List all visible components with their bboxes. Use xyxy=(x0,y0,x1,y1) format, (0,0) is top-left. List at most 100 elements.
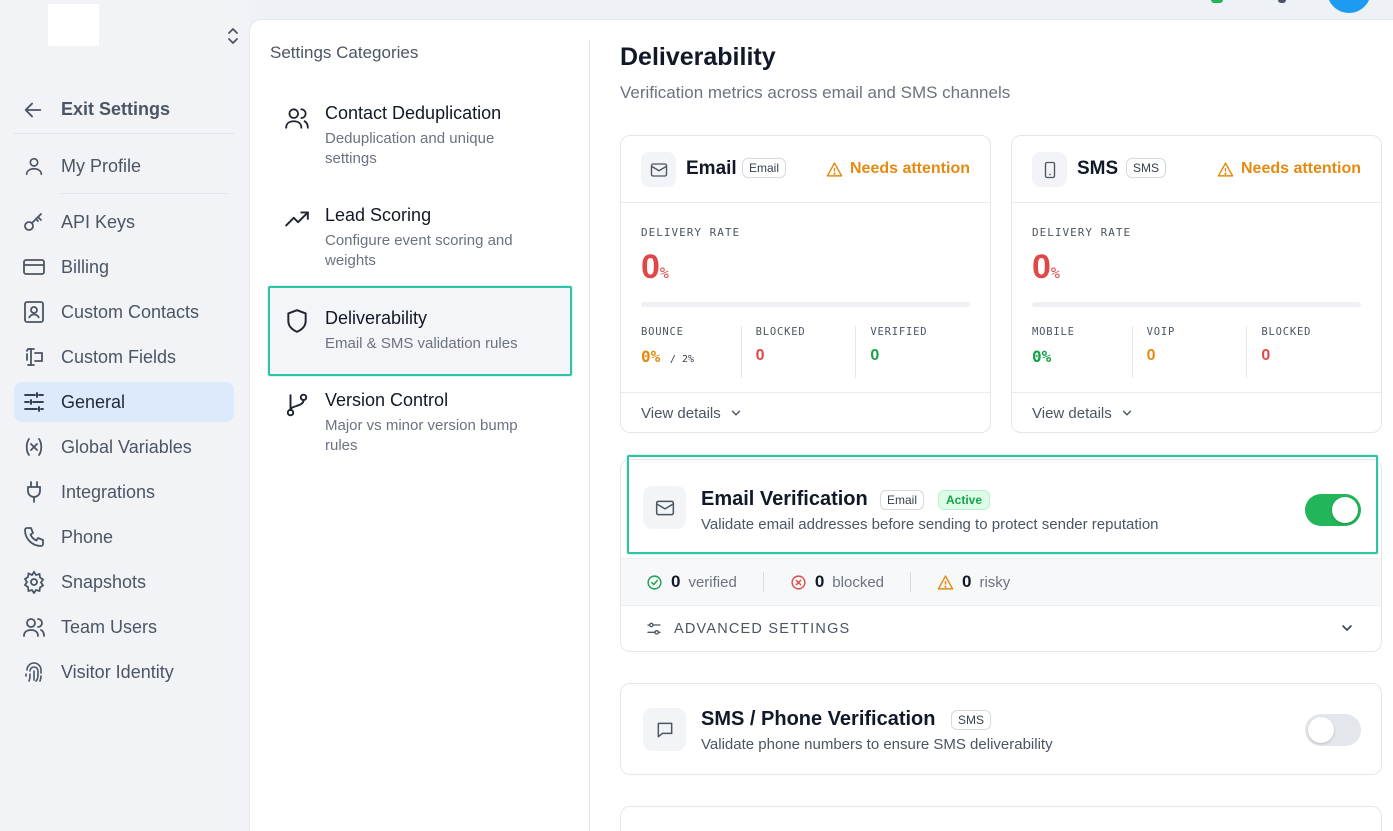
category-desc: Configure event scoring and weights xyxy=(325,232,513,269)
sidebar-item-visitor-identity[interactable]: Visitor Identity xyxy=(14,652,234,692)
stat-blocked: 0 blocked xyxy=(790,572,884,592)
delivery-rate-label: DELIVERY RATE xyxy=(1032,226,1132,239)
phone-icon xyxy=(22,525,46,549)
sidebar-item-api-keys[interactable]: API Keys xyxy=(14,202,234,242)
stat-value: 0 xyxy=(671,572,681,591)
rate-number: 0 xyxy=(1032,248,1051,286)
card-header: Email Email Needs attention xyxy=(621,136,990,203)
stat-value: 0 xyxy=(814,572,825,591)
email-verification-header: Email Verification Email Active Validate… xyxy=(621,460,1381,558)
sidebar-item-label: Snapshots xyxy=(61,571,147,592)
check-circle-icon xyxy=(647,574,662,590)
sidebar-item-integrations[interactable]: Integrations xyxy=(14,472,234,512)
stat-value: 0 xyxy=(1261,347,1271,364)
contact-card-icon xyxy=(22,300,46,324)
category-lead-scoring[interactable]: Lead Scoring Configure event scoring and… xyxy=(270,205,570,275)
sidebar-item-label: Phone xyxy=(61,526,114,547)
stat-value: 0 xyxy=(1146,347,1156,364)
mail-icon xyxy=(643,486,686,529)
channel-tag: SMS xyxy=(1126,158,1167,178)
sidebar-item-phone[interactable]: Phone xyxy=(14,517,234,557)
stat-verified: VERIFIED 0 xyxy=(855,326,970,378)
category-desc: Email & SMS validation rules xyxy=(325,335,518,352)
stat-number: 0% xyxy=(641,347,661,366)
sidebar-item-my-profile[interactable]: My Profile xyxy=(14,146,234,186)
page-title: Deliverability xyxy=(620,43,776,71)
verification-stats: 0 verified 0 blocked 0 risky xyxy=(621,558,1381,606)
card-header: SMS SMS Needs attention xyxy=(1012,136,1381,203)
message-square-icon xyxy=(643,708,686,751)
stat-value: 0 xyxy=(755,347,765,364)
sidebar-item-custom-contacts[interactable]: Custom Contacts xyxy=(14,292,234,332)
chevron-up-down-icon[interactable] xyxy=(226,26,240,46)
sms-verification-header: SMS / Phone Verification SMS Validate ph… xyxy=(621,684,1381,776)
sidebar-item-snapshots[interactable]: Snapshots xyxy=(14,562,234,602)
sidebar-item-team-users[interactable]: Team Users xyxy=(14,607,234,647)
variable-icon xyxy=(22,435,46,459)
chevron-down-icon xyxy=(1122,410,1131,416)
sidebar-item-global-variables[interactable]: Global Variables xyxy=(14,427,234,467)
sidebar-item-label: Custom Contacts xyxy=(61,301,200,322)
sidebar-item-billing[interactable]: Billing xyxy=(14,247,234,287)
verification-title: SMS / Phone Verification xyxy=(701,708,936,730)
sidebar-item-general[interactable]: General xyxy=(14,382,234,422)
category-desc: Deduplication and unique settings xyxy=(325,130,495,167)
status-text: Needs attention xyxy=(1240,160,1361,177)
fingerprint-icon xyxy=(22,660,46,684)
warning-icon xyxy=(1217,161,1234,177)
stat-risky: 0 risky xyxy=(937,572,1010,592)
next-verification-card xyxy=(620,806,1382,831)
stat-divider xyxy=(910,572,911,592)
sms-verification-card: SMS / Phone Verification SMS Validate ph… xyxy=(620,683,1382,775)
sidebar-item-label: My Profile xyxy=(61,155,142,176)
stat-threshold: / 2% xyxy=(669,354,694,365)
git-branch-icon xyxy=(284,392,310,418)
settings-sidebar: Exit Settings My Profile API Keys Billin… xyxy=(0,0,249,831)
stat-label: MOBILE xyxy=(1032,326,1075,338)
email-metrics-card: Email Email Needs attention DELIVERY RAT… xyxy=(620,135,991,433)
column-divider xyxy=(589,40,590,831)
stat-label: VOIP xyxy=(1146,326,1176,338)
advanced-settings-label: ADVANCED SETTINGS xyxy=(674,620,851,637)
sidebar-divider xyxy=(60,193,228,194)
users-icon xyxy=(22,615,46,639)
page-subtitle: Verification metrics across email and SM… xyxy=(620,83,1011,102)
stat-label: BLOCKED xyxy=(755,326,806,338)
users-icon xyxy=(284,105,310,131)
view-details-button[interactable]: View details xyxy=(621,392,990,433)
plug-icon xyxy=(22,480,46,504)
advanced-settings-toggle[interactable]: ADVANCED SETTINGS xyxy=(621,606,1381,651)
category-title: Contact Deduplication xyxy=(325,103,502,123)
rate-number: 0 xyxy=(641,248,660,286)
stat-value: 0% / 2% xyxy=(641,347,741,366)
toggle-knob xyxy=(1308,717,1334,743)
stat-label: VERIFIED xyxy=(870,326,928,338)
chevron-down-icon xyxy=(1342,625,1352,632)
stat-label: verified xyxy=(688,573,737,591)
view-details-button[interactable]: View details xyxy=(1012,392,1381,433)
status-dot xyxy=(1211,0,1223,3)
sms-verification-toggle[interactable] xyxy=(1305,714,1361,746)
x-circle-icon xyxy=(791,574,806,590)
delivery-rate-bar xyxy=(1032,302,1361,307)
toggle-knob xyxy=(1332,497,1358,523)
shield-icon xyxy=(284,308,310,334)
text-cursor-input-icon xyxy=(22,345,46,369)
user-icon xyxy=(22,154,46,178)
stat-value: 0 xyxy=(870,347,880,364)
exit-settings-button[interactable]: Exit Settings xyxy=(14,86,234,134)
channel-tag: SMS xyxy=(951,710,992,730)
status-badge: Active xyxy=(938,490,991,510)
email-verification-card: Email Verification Email Active Validate… xyxy=(620,459,1382,652)
category-version-control[interactable]: Version Control Major vs minor version b… xyxy=(270,390,570,460)
category-contact-deduplication[interactable]: Contact Deduplication Deduplication and … xyxy=(270,103,570,173)
email-verification-toggle[interactable] xyxy=(1305,494,1361,526)
category-deliverability[interactable]: Deliverability Email & SMS validation ru… xyxy=(268,286,572,376)
warning-icon xyxy=(937,574,954,590)
header-icon-fragment[interactable] xyxy=(1278,0,1286,3)
avatar[interactable] xyxy=(1327,0,1371,13)
verification-desc: Validate email addresses before sending … xyxy=(701,516,1159,533)
stat-blocked: BLOCKED 0 xyxy=(740,326,856,378)
company-logo[interactable] xyxy=(48,4,99,46)
sidebar-item-custom-fields[interactable]: Custom Fields xyxy=(14,337,234,377)
